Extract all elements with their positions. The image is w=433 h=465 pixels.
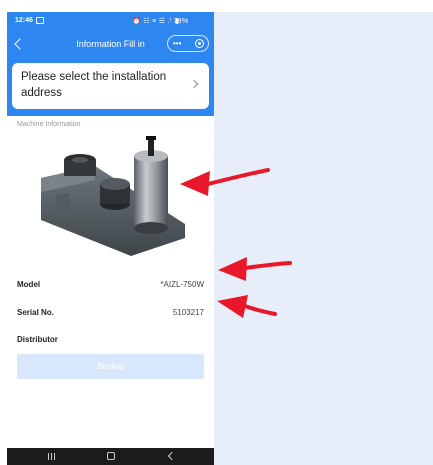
home-icon[interactable] xyxy=(107,452,115,460)
machine-cylinder xyxy=(134,156,168,228)
installation-address-selector[interactable]: Please select the installation address xyxy=(12,63,209,109)
address-placeholder: Please select the installation address xyxy=(21,71,167,99)
machine-cylinder-bottom xyxy=(134,222,168,234)
binding-button[interactable]: Binding xyxy=(17,354,204,379)
model-label: Model xyxy=(17,280,41,289)
phone-screen: 12:46 ⏰ ☷ ≡ ☰ .ᴵ 79% ▮ Information Fill … xyxy=(7,12,214,465)
serial-row: Serial No. 5103217 xyxy=(17,308,204,322)
machine-information-section: Machine Information Model *AIZL-750W Ser… xyxy=(7,116,214,448)
machine-port xyxy=(55,193,71,218)
nav-back-icon[interactable] xyxy=(167,451,177,461)
model-row: Model *AIZL-750W xyxy=(17,280,204,294)
status-icons: ⏰ ☷ ≡ ☰ .ᴵ 79% xyxy=(132,18,189,25)
target-icon[interactable] xyxy=(195,39,204,48)
distributor-label: Distributor xyxy=(17,335,58,344)
side-background xyxy=(214,12,433,465)
more-icon[interactable]: ••• xyxy=(173,39,181,48)
mini-program-capsule: ••• xyxy=(167,35,209,52)
distributor-row[interactable]: Distributor xyxy=(17,335,204,349)
section-title: Machine Information xyxy=(17,121,81,128)
nav-bar: Information Fill in ••• xyxy=(7,32,214,58)
machine-bowl-top xyxy=(100,178,130,190)
machine-image xyxy=(41,136,185,256)
battery-icon: ▮ xyxy=(175,18,179,25)
machine-connector xyxy=(148,138,154,156)
machine-connector-cap xyxy=(146,136,156,140)
machine-ring-inner xyxy=(72,157,88,163)
status-bar: 12:46 ⏰ ☷ ≡ ☰ .ᴵ 79% ▮ xyxy=(7,12,214,32)
android-nav-bar xyxy=(7,448,214,465)
serial-label: Serial No. xyxy=(17,308,54,317)
chevron-right-icon xyxy=(189,79,199,89)
serial-value: 5103217 xyxy=(172,308,204,317)
status-time: 12:46 xyxy=(15,17,33,24)
model-value: *AIZL-750W xyxy=(160,280,204,289)
gallery-icon xyxy=(36,17,44,24)
recent-apps-icon[interactable] xyxy=(48,453,55,460)
